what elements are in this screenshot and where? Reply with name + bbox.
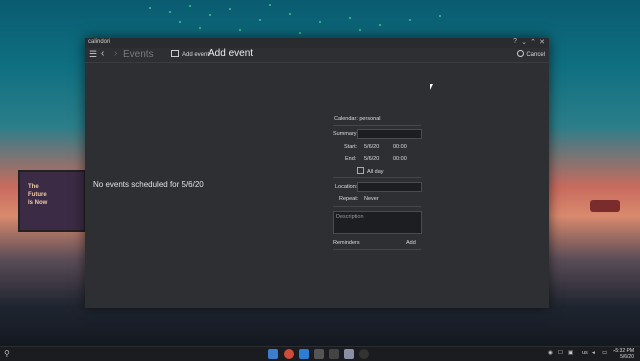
cancel-icon [517,50,525,57]
end-label: End: [345,156,357,162]
location-input[interactable] [357,182,422,192]
calindori-task-icon[interactable] [344,349,354,359]
minimize-icon[interactable]: ⌄ [521,38,527,46]
volume-icon[interactable]: ◂ [592,350,595,356]
taskbar: ⚲ ◉ ☐ ▣ us ◂ ▭ ⌃ 5:32 PM 5/6/20 [0,346,640,361]
billboard-line: Is Now [28,200,48,206]
window-title: calindori [88,39,111,45]
divider [333,206,421,207]
end-date-field[interactable]: 5/6/20 [364,156,379,162]
file-manager-icon[interactable] [268,349,278,359]
hamburger-menu-icon[interactable]: ☰ [89,49,97,60]
checkbox-icon [357,167,364,174]
events-tab[interactable]: Events [123,49,154,60]
calendar-add-icon [171,50,179,57]
add-event-label: Add event [182,52,210,58]
help-icon[interactable]: ? [513,38,517,45]
summary-input[interactable] [357,129,422,139]
calendar-label: Calendar: personal [334,116,381,122]
chevron-right-icon[interactable]: › [114,48,117,59]
repeat-label: Repeat: [339,196,359,202]
help-app-icon[interactable] [329,349,339,359]
wallpaper-billboard: The Future Is Now [18,170,86,232]
end-time-field[interactable]: 00:00 [393,156,407,162]
description-textarea[interactable]: Description [333,211,422,234]
billboard-line: Future [28,192,47,198]
summary-label: Summary: [333,131,359,137]
clock-date: 5/6/20 [620,354,634,360]
all-day-checkbox[interactable]: All day [357,167,384,175]
add-event-button[interactable]: Add event [171,50,209,58]
reminders-label: Reminders [333,240,360,246]
add-reminder-button[interactable]: Add [406,240,416,246]
mouse-cursor-icon [430,84,433,90]
location-label: Location: [335,184,358,190]
clipboard-icon[interactable]: ▣ [568,350,573,356]
start-label: Start: [344,144,358,150]
empty-events-message: No events scheduled for 5/6/20 [93,180,204,189]
window-titlebar[interactable]: calindori ? ⌄ ⌃ ✕ [85,38,549,48]
notifications-icon[interactable]: ☐ [558,350,563,356]
cancel-button[interactable]: Cancel [517,50,545,58]
chevron-left-icon[interactable]: ‹ [101,48,104,59]
page-title: Add event [208,48,254,59]
display-icon[interactable]: ▭ [602,350,607,356]
divider [333,125,421,126]
toolbar: ☰ ‹ › Events Add event Add event Cancel [85,48,549,63]
divider [333,249,421,250]
repeat-select[interactable]: Never [364,196,379,202]
clock[interactable]: 5:32 PM 5/6/20 [615,348,634,360]
billboard-line: The [28,184,39,190]
calindori-window: calindori ? ⌄ ⌃ ✕ ☰ ‹ › Events Add event… [85,38,549,308]
all-day-label: All day [367,169,384,175]
start-time-field[interactable]: 00:00 [393,144,407,150]
start-date-field[interactable]: 5/6/20 [364,144,379,150]
terminal-icon[interactable] [314,349,324,359]
app-launcher-icon[interactable]: ⚲ [4,349,10,358]
divider [333,177,421,178]
chrome-icon[interactable] [284,349,294,359]
keyboard-layout[interactable]: us [582,350,588,356]
maximize-icon[interactable]: ⌃ [530,38,536,46]
wallpaper-car [590,200,620,212]
obs-icon[interactable] [359,349,369,359]
close-icon[interactable]: ✕ [539,38,545,46]
vscode-icon[interactable] [299,349,309,359]
description-placeholder: Description [336,214,364,220]
media-icon[interactable]: ◉ [548,350,553,356]
cancel-label: Cancel [526,52,545,58]
